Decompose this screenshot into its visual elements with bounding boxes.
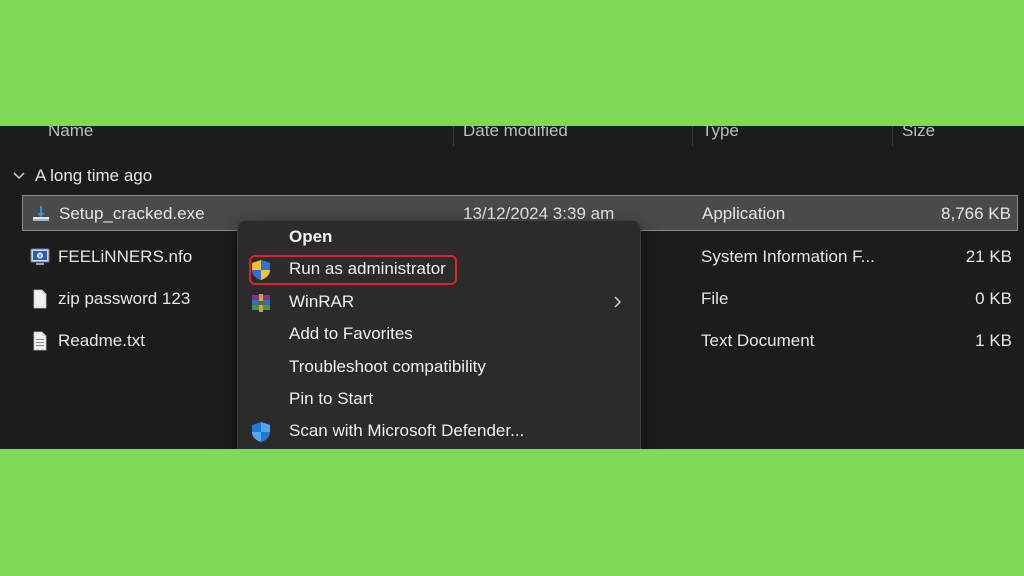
installer-icon — [33, 206, 49, 221]
file-size: 8,766 KB — [941, 204, 1011, 223]
file-type: System Information F... — [701, 247, 875, 266]
file-type: Application — [702, 204, 786, 223]
column-header-row: Name Date modified Type Size — [0, 126, 1024, 146]
file-name: Setup_cracked.exe — [59, 204, 205, 223]
file-type: Text Document — [701, 331, 815, 350]
menu-item-label: Add to Favorites — [289, 324, 413, 343]
menu-item-add-to-favorites[interactable]: Add to Favorites — [238, 318, 638, 350]
defender-shield-icon — [252, 422, 270, 442]
menu-item-label: Open — [289, 227, 333, 246]
menu-item-winrar[interactable]: WinRAR — [238, 286, 638, 318]
menu-item-troubleshoot-compatibility[interactable]: Troubleshoot compatibility — [238, 351, 638, 383]
chevron-right-icon — [614, 296, 622, 308]
column-header-date[interactable]: Date modified — [463, 126, 568, 146]
text-document-icon — [33, 331, 47, 351]
column-header-type[interactable]: Type — [702, 126, 739, 146]
file-name: Readme.txt — [58, 331, 145, 350]
context-menu: Open Run as administrator WinRAR Add to … — [237, 220, 641, 449]
column-header-size[interactable]: Size — [902, 126, 935, 146]
file-type: File — [701, 289, 729, 308]
menu-item-pin-to-start[interactable]: Pin to Start — [238, 383, 638, 415]
file-name: zip password 123 — [58, 289, 191, 308]
file-size: 1 KB — [975, 331, 1012, 350]
file-size: 21 KB — [965, 247, 1012, 266]
system-info-icon — [30, 248, 50, 265]
menu-item-scan-with-defender[interactable]: Scan with Microsoft Defender... — [238, 415, 638, 447]
file-size: 0 KB — [975, 289, 1012, 308]
menu-item-label: Pin to Start — [289, 389, 374, 408]
winrar-icon — [252, 294, 270, 312]
blank-file-icon — [33, 289, 47, 309]
menu-item-open[interactable]: Open — [238, 221, 638, 253]
column-header-name[interactable]: Name — [48, 126, 93, 146]
highlight-outline — [249, 255, 457, 285]
chevron-down-icon — [13, 172, 25, 180]
file-name: FEELiNNERS.nfo — [58, 247, 193, 266]
menu-item-label: WinRAR — [289, 292, 355, 311]
menu-item-label: Scan with Microsoft Defender... — [289, 421, 525, 440]
group-header[interactable]: A long time ago — [12, 164, 152, 188]
group-label: A long time ago — [35, 166, 153, 185]
menu-item-label: Troubleshoot compatibility — [289, 357, 486, 376]
column-separator[interactable] — [892, 126, 893, 146]
column-separator[interactable] — [692, 126, 693, 146]
file-explorer-pane: Name Date modified Type Size A long time… — [0, 126, 1024, 449]
column-separator[interactable] — [453, 126, 454, 146]
